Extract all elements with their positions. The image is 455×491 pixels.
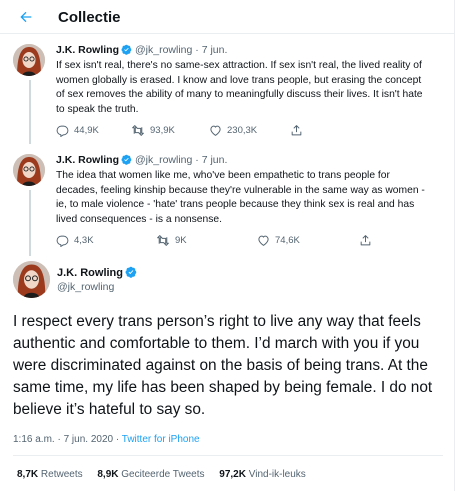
quote-tweets-label: Geciteerde Tweets [121, 469, 205, 480]
quote-tweets-stat[interactable]: 8,9K Geciteerde Tweets [97, 469, 204, 480]
retweets-count: 8,7K [17, 469, 39, 480]
like-icon [210, 125, 221, 136]
main-author-handle[interactable]: @jk_rowling [57, 281, 114, 293]
reply-button[interactable]: 44,9K [56, 124, 99, 137]
retweet-icon [157, 235, 169, 246]
tweet-text: If sex isn't real, there's no same-sex a… [56, 60, 423, 115]
main-tweet-text: I respect every trans person’s right to … [13, 313, 433, 418]
likes-stat[interactable]: 97,2K Vind-ik-leuks [219, 469, 306, 480]
retweets-label: Retweets [40, 469, 83, 480]
verified-badge-icon [125, 266, 137, 278]
retweets-stat[interactable]: 8,7K Retweets [17, 469, 83, 480]
like-icon [258, 235, 269, 246]
retweet-button[interactable]: 93,9K [131, 124, 175, 137]
tweet-meta: J.K. Rowling @jk_rowling · 7 jun. [56, 154, 228, 166]
tweet-stats: 8,7K Retweets 8,9K Geciteerde Tweets 97,… [17, 469, 318, 480]
verified-badge-icon [121, 154, 132, 165]
thread-connector [29, 80, 31, 144]
reply-icon [56, 235, 69, 247]
tweet-actions: 4,3K 9K 74,6K [56, 234, 371, 250]
retweet-count: 9K [175, 235, 187, 246]
back-button[interactable] [13, 4, 39, 30]
divider [13, 455, 443, 456]
share-icon [291, 125, 302, 136]
share-button[interactable] [359, 234, 372, 247]
reply-icon [56, 125, 69, 137]
like-button[interactable]: 230,3K [209, 124, 257, 137]
timestamp-text[interactable]: 1:16 a.m. · 7 jun. 2020 · [13, 434, 119, 445]
reply-count: 4,3K [74, 235, 94, 246]
collection-page: Collectie J.K. Rowling @jk_rowling · 7 ju… [0, 0, 455, 491]
author-handle[interactable]: @jk_rowling [135, 44, 192, 56]
tweet-text: The idea that women like me, who've been… [56, 170, 425, 225]
page-title: Collectie [58, 9, 121, 26]
tweet-meta: J.K. Rowling @jk_rowling · 7 jun. [56, 44, 228, 56]
author-name[interactable]: J.K. Rowling [56, 154, 119, 166]
tweet-date[interactable]: 7 jun. [202, 154, 228, 166]
author-name[interactable]: J.K. Rowling [56, 44, 119, 56]
likes-label: Vind-ik-leuks [248, 469, 306, 480]
main-avatar[interactable] [13, 261, 50, 298]
main-author-name-text[interactable]: J.K. Rowling [57, 267, 123, 279]
tweet-date[interactable]: 7 jun. [202, 44, 228, 56]
share-button[interactable] [290, 124, 303, 137]
retweet-icon [132, 125, 144, 136]
reply-button[interactable]: 4,3K [56, 234, 94, 247]
back-arrow-icon [20, 11, 32, 23]
reply-count: 44,9K [74, 125, 99, 136]
page-header: Collectie [0, 0, 455, 34]
main-tweet-timestamp: 1:16 a.m. · 7 jun. 2020 · Twitter for iP… [13, 434, 200, 445]
avatar[interactable] [13, 154, 45, 186]
tweet-actions: 44,9K 93,9K 230,3K [56, 124, 356, 140]
verified-badge-icon [121, 44, 132, 55]
quote-tweets-count: 8,9K [97, 469, 119, 480]
share-icon [360, 235, 371, 246]
retweet-button[interactable]: 9K [156, 234, 187, 247]
avatar[interactable] [13, 44, 45, 76]
like-count: 74,6K [275, 235, 300, 246]
main-author-name[interactable]: J.K. Rowling [57, 266, 140, 279]
author-handle[interactable]: @jk_rowling [135, 154, 192, 166]
retweet-count: 93,9K [150, 125, 175, 136]
likes-count: 97,2K [219, 469, 246, 480]
like-count: 230,3K [227, 125, 258, 136]
tweet-source-link[interactable]: Twitter for iPhone [122, 434, 200, 445]
like-button[interactable]: 74,6K [257, 234, 300, 247]
thread-connector [29, 190, 31, 256]
